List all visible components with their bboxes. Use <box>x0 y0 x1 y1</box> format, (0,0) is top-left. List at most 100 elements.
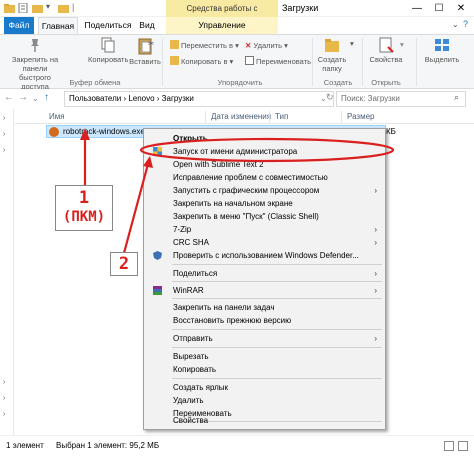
search-input[interactable]: Поиск: Загрузки <box>336 91 466 107</box>
menu-item-send-to[interactable]: Отправить › <box>144 332 385 345</box>
column-size[interactable]: Размер <box>347 110 375 124</box>
rename-icon <box>245 56 254 65</box>
minimize-button[interactable]: — <box>406 0 428 17</box>
up-icon[interactable]: ↑ <box>44 92 49 103</box>
back-icon[interactable]: ← <box>4 92 14 103</box>
delete-icon: ✕ <box>245 41 252 50</box>
menu-item-label: Проверить с использованием Windows Defen… <box>173 251 359 260</box>
large-icons-view-icon[interactable] <box>458 441 468 451</box>
menu-item-defender[interactable]: Проверить с использованием Windows Defen… <box>144 249 385 262</box>
tab-home[interactable]: Главная <box>38 17 78 34</box>
menu-separator <box>172 281 382 282</box>
new-folder-button[interactable]: Создать папку <box>312 37 352 73</box>
new-folder-icon <box>325 39 339 52</box>
menu-item-label: Закрепить в меню "Пуск" (Classic Shell) <box>173 212 319 221</box>
properties-label: Свойства <box>369 55 403 64</box>
column-divider[interactable] <box>205 111 206 123</box>
column-date[interactable]: Дата изменения <box>211 110 271 124</box>
menu-item-compatibility[interactable]: Исправление проблем с совместимостью <box>144 171 385 184</box>
maximize-button[interactable]: ☐ <box>428 0 450 17</box>
search-icon[interactable]: ⌕ <box>454 92 459 103</box>
delete-button[interactable]: ✕ Удалить ▾ <box>245 40 288 52</box>
menu-item-sublime[interactable]: Open with Sublime Text 2 <box>144 158 385 171</box>
copy-button[interactable]: Копировать <box>88 37 128 64</box>
context-tab-header: Средства работы с приложениями <box>166 0 278 30</box>
chevron-right-icon[interactable]: › <box>3 379 5 386</box>
chevron-right-icon: › <box>374 238 377 247</box>
ribbon-expand-icon[interactable]: ⌄ <box>452 20 459 29</box>
new-folder-label-line1: Создать <box>317 55 347 64</box>
context-menu: Открыть Запуск от имени администратора O… <box>143 128 386 430</box>
menu-item-restore-version[interactable]: Восстановить прежнюю версию <box>144 314 385 327</box>
properties-icon[interactable] <box>18 3 29 13</box>
chevron-right-icon[interactable]: › <box>3 411 5 418</box>
menu-item-label: Копировать <box>173 365 217 374</box>
new-folder-icon[interactable] <box>32 3 43 13</box>
ribbon-divider <box>416 38 417 86</box>
chevron-right-icon[interactable]: › <box>3 395 5 402</box>
rename-button[interactable]: Переименовать <box>245 56 311 68</box>
menu-item-pin-start[interactable]: Закрепить на начальном экране <box>144 197 385 210</box>
refresh-icon[interactable]: ↻ <box>326 92 334 103</box>
forward-icon[interactable]: → <box>18 92 28 103</box>
menu-item-label: Отправить <box>173 334 213 343</box>
chevron-right-icon: › <box>374 269 377 278</box>
menu-item-label: Удалить <box>173 396 204 405</box>
status-bar: 1 элемент Выбран 1 элемент: 95,2 МБ <box>0 435 474 457</box>
menu-item-pin-taskbar[interactable]: Закрепить на панели задач <box>144 301 385 314</box>
menu-item-label: Open with Sublime Text 2 <box>173 160 264 169</box>
menu-item-winrar[interactable]: WinRAR › <box>144 284 385 297</box>
details-view-icon[interactable] <box>444 441 454 451</box>
menu-item-delete[interactable]: Удалить <box>144 394 385 407</box>
menu-item-label: Вырезать <box>173 352 209 361</box>
menu-item-run-with-gpu[interactable]: Запустить с графическим процессором › <box>144 184 385 197</box>
app-icon <box>49 127 59 137</box>
chevron-right-icon[interactable]: › <box>3 115 5 122</box>
select-button[interactable]: Выделить <box>420 37 464 64</box>
menu-item-cut[interactable]: Вырезать <box>144 350 385 363</box>
menu-item-7zip[interactable]: 7-Zip › <box>144 223 385 236</box>
menu-item-share[interactable]: Поделиться › <box>144 267 385 280</box>
column-divider[interactable] <box>269 111 270 123</box>
close-button[interactable]: ✕ <box>450 0 472 17</box>
copy-to-button[interactable]: Копировать в ▾ <box>170 56 233 68</box>
folder-icon <box>4 4 15 13</box>
address-input[interactable]: Пользователи › Lenovo › Загрузки <box>64 91 334 107</box>
clipboard-group-label: Буфер обмена <box>69 78 121 87</box>
recent-locations-icon[interactable]: ⌄ <box>32 94 39 103</box>
tab-manage[interactable]: Управление <box>166 17 278 34</box>
move-to-label: Переместить в <box>181 41 234 50</box>
search-placeholder: Поиск: Загрузки <box>341 94 400 103</box>
open-small-icon[interactable]: ▾ <box>400 39 404 51</box>
help-icon[interactable]: ? <box>463 19 468 29</box>
menu-item-pin-classic-shell[interactable]: Закрепить в меню "Пуск" (Classic Shell) <box>144 210 385 223</box>
tab-file[interactable]: Файл <box>4 17 34 34</box>
tab-view[interactable]: Вид <box>136 17 158 34</box>
chevron-right-icon[interactable]: › <box>3 147 5 154</box>
column-divider[interactable] <box>341 111 342 123</box>
menu-item-open[interactable]: Открыть <box>144 132 385 145</box>
menu-item-run-as-admin[interactable]: Запуск от имени администратора <box>144 145 385 158</box>
quick-access-dropdown-icon[interactable]: ▾ <box>46 2 50 11</box>
tab-share[interactable]: Поделиться <box>82 17 134 34</box>
copy-icon <box>101 37 115 53</box>
step-2-number: 2 <box>118 254 130 274</box>
menu-item-label: Закрепить на начальном экране <box>173 199 293 208</box>
cut-icon[interactable]: ✂ <box>148 38 154 50</box>
menu-item-label: Поделиться <box>173 269 218 278</box>
file-size: КБ <box>386 127 396 136</box>
column-type[interactable]: Тип <box>275 110 288 124</box>
menu-item-copy[interactable]: Копировать <box>144 363 385 376</box>
move-to-button[interactable]: Переместить в ▾ <box>170 40 239 52</box>
menu-item-label: Восстановить прежнюю версию <box>173 316 292 325</box>
menu-item-create-shortcut[interactable]: Создать ярлык <box>144 381 385 394</box>
new-item-icon[interactable]: ▾ <box>350 38 354 50</box>
paste-button[interactable]: Вставить <box>128 37 162 66</box>
column-name[interactable]: Имя <box>49 110 65 124</box>
menu-item-properties[interactable]: Свойства <box>144 414 385 427</box>
properties-icon <box>379 37 394 53</box>
menu-item-label: Свойства <box>173 416 209 425</box>
menu-item-crc-sha[interactable]: CRC SHA › <box>144 236 385 249</box>
navigation-pane[interactable]: › › › › › › <box>0 109 14 435</box>
chevron-right-icon[interactable]: › <box>3 131 5 138</box>
